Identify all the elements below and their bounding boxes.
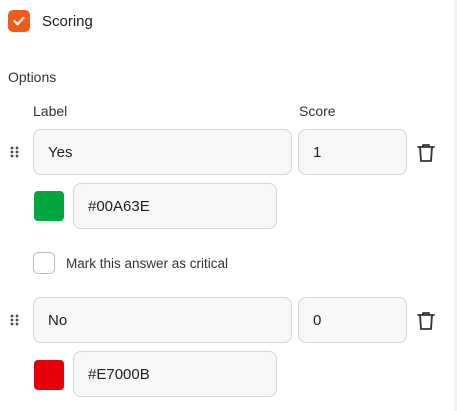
critical-checkbox[interactable] (33, 252, 55, 274)
option-color-input[interactable] (73, 183, 277, 229)
score-column-header: Score (299, 103, 336, 119)
option-score-input[interactable] (298, 129, 407, 175)
option-label-input[interactable] (33, 129, 292, 175)
check-icon (13, 16, 25, 26)
scoring-checkbox[interactable] (8, 10, 30, 32)
option-label-input[interactable] (33, 297, 292, 343)
scoring-toggle[interactable]: Scoring (8, 10, 93, 32)
option-score-input[interactable] (298, 297, 407, 343)
critical-toggle[interactable]: Mark this answer as critical (33, 252, 228, 274)
color-swatch-green[interactable] (34, 191, 64, 221)
label-column-header: Label (33, 103, 68, 119)
drag-handle-icon[interactable] (8, 313, 22, 327)
option-color-input[interactable] (73, 351, 277, 397)
scoring-label: Scoring (42, 12, 93, 30)
options-heading: Options (8, 69, 57, 85)
trash-icon[interactable] (416, 310, 436, 332)
drag-handle-icon[interactable] (8, 145, 22, 159)
color-swatch-red[interactable] (34, 360, 64, 390)
critical-label: Mark this answer as critical (66, 255, 229, 271)
scoring-options-panel: Scoring Options Label Score Mark this an… (0, 0, 457, 411)
trash-icon[interactable] (416, 142, 436, 164)
